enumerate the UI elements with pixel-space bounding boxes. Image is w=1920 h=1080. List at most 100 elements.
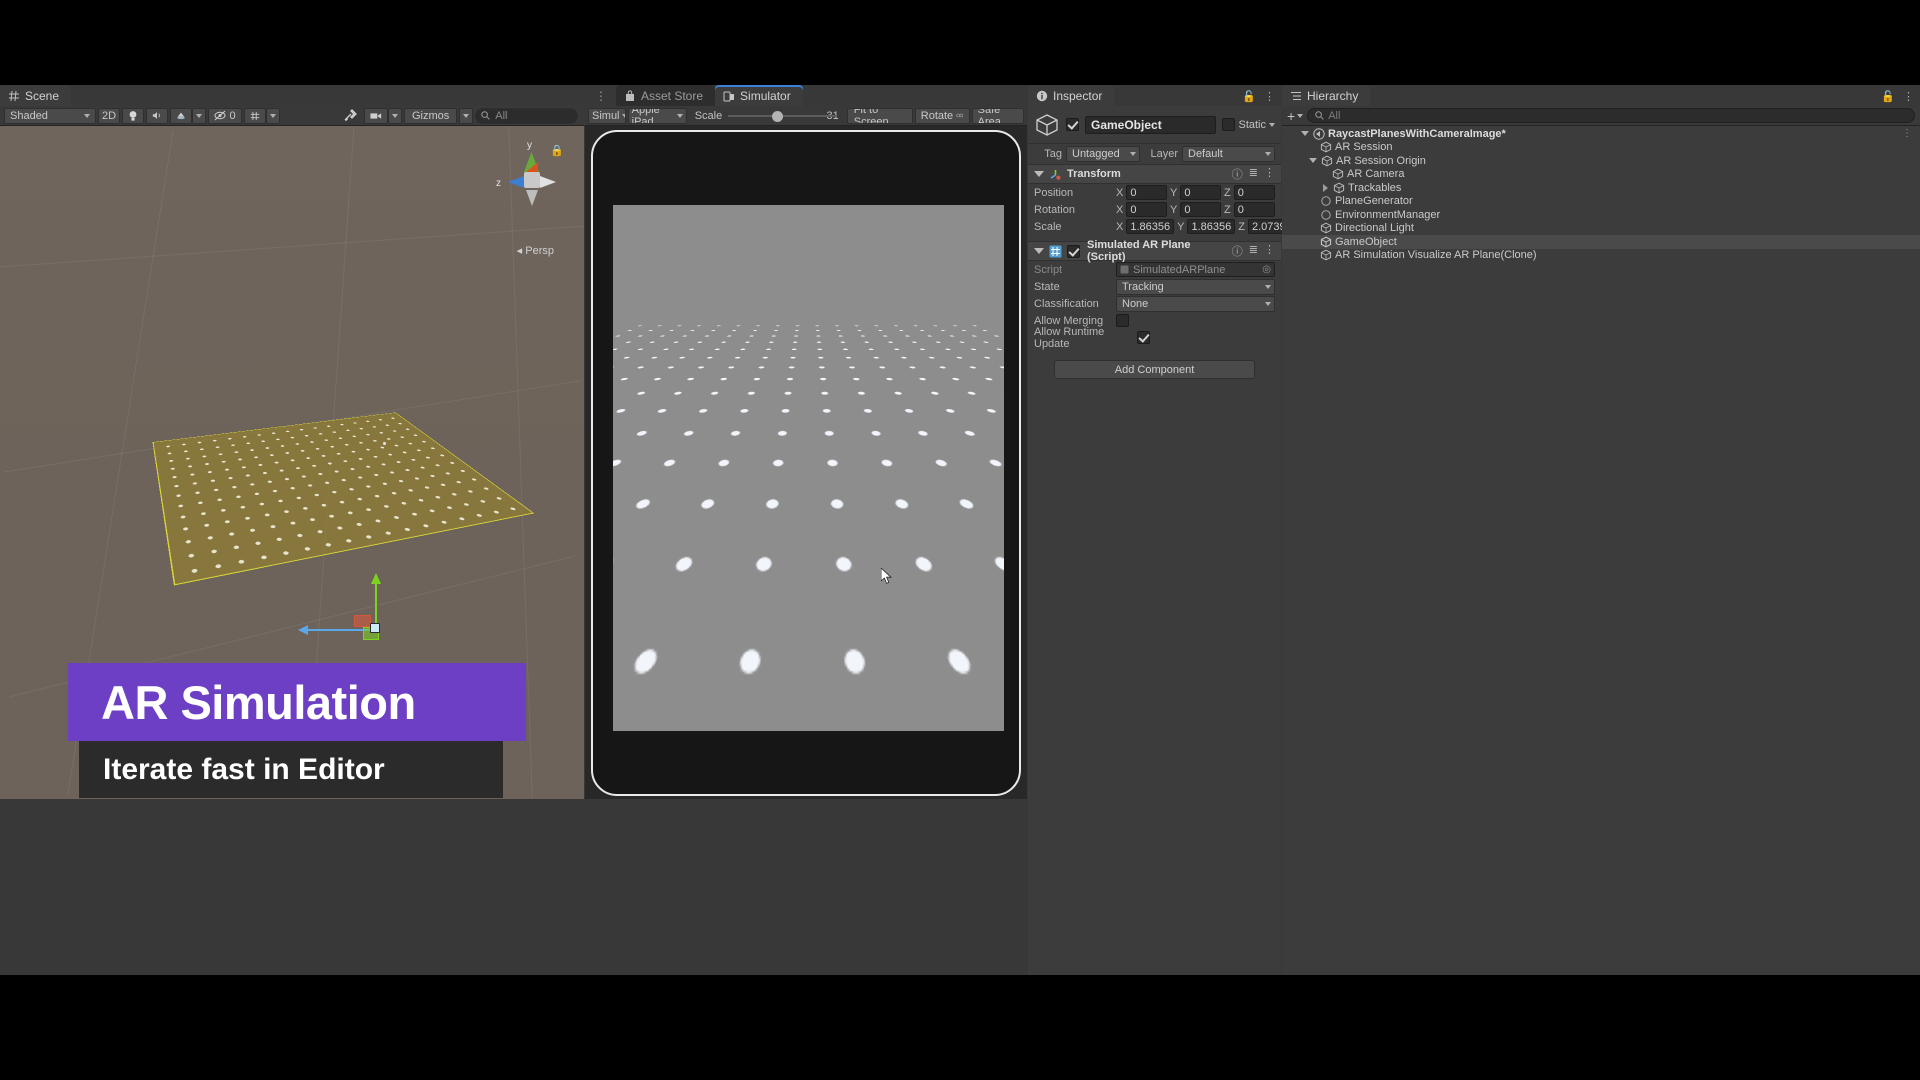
scale-x-input[interactable]: 1.86356 [1126, 219, 1175, 234]
kebab-menu-icon[interactable]: ⋮ [1903, 90, 1914, 103]
device-screen[interactable] [613, 204, 1004, 731]
fit-to-screen-button[interactable]: Fit to Screen [846, 107, 913, 124]
preset-icon[interactable]: ≣ [1249, 243, 1258, 259]
toggle-2d-button[interactable]: 2D [98, 107, 120, 124]
scale-slider[interactable] [728, 109, 837, 123]
scene-fx-dropdown[interactable] [192, 107, 206, 124]
tab-simulator[interactable]: Simulator [715, 85, 803, 106]
foldout-closed-icon[interactable] [1320, 183, 1330, 192]
add-component-button[interactable]: Add Component [1054, 360, 1255, 379]
lock-icon[interactable]: 🔓 [1881, 90, 1895, 103]
static-checkbox[interactable] [1222, 118, 1236, 131]
camera-icon [370, 112, 382, 119]
object-picker-icon[interactable]: ◎ [1262, 264, 1271, 275]
component-enabled-checkbox[interactable] [1067, 244, 1080, 258]
hierarchy-item-directional-light[interactable]: Directional Light [1282, 222, 1920, 236]
chevron-down-icon [1265, 301, 1271, 306]
scene-tools-button[interactable] [338, 108, 362, 124]
foldout-open-icon[interactable] [1308, 158, 1318, 164]
simulated-ar-plane-mesh[interactable] [152, 412, 535, 586]
lock-icon[interactable]: 🔓 [1242, 90, 1256, 103]
hierarchy-item-environmentmanager[interactable]: EnvironmentManager [1282, 208, 1920, 222]
kebab-menu-icon[interactable]: ⋮ [1264, 243, 1275, 259]
gizmo-y-arrow[interactable] [371, 573, 381, 584]
hierarchy-item-planegenerator[interactable]: PlaneGenerator [1282, 195, 1920, 209]
move-tool-gizmo[interactable] [298, 573, 393, 661]
list-icon [1291, 91, 1301, 100]
rotation-x-input[interactable]: 0 [1126, 202, 1167, 217]
hierarchy-item-ar-session-origin[interactable]: AR Session Origin [1282, 154, 1920, 168]
hierarchy-search-input[interactable]: All [1307, 108, 1915, 123]
hierarchy-item-gameobject[interactable]: GameObject [1282, 235, 1920, 249]
scene-lighting-toggle[interactable] [122, 107, 144, 124]
device-select-dropdown[interactable]: Apple iPad [627, 107, 687, 124]
tab-hierarchy[interactable]: Hierarchy [1282, 85, 1371, 106]
allow-merging-checkbox[interactable] [1116, 314, 1129, 327]
tag-dropdown[interactable]: Untagged [1066, 146, 1140, 162]
rotate-button[interactable]: Rotate [914, 107, 970, 124]
tab-scene[interactable]: Scene [0, 85, 72, 106]
foldout-triangle-icon[interactable] [1034, 248, 1044, 254]
kebab-menu-icon[interactable]: ⋮ [1902, 128, 1920, 139]
kebab-menu-icon[interactable]: ⋮ [1264, 90, 1275, 103]
gizmos-dropdown[interactable] [459, 107, 474, 124]
simulated-ar-plane-header-icons: ⓘ ≣ ⋮ [1232, 243, 1275, 259]
rotation-y-input[interactable]: 0 [1180, 202, 1221, 217]
help-icon[interactable]: ⓘ [1232, 243, 1243, 259]
gizmo-plane-handle-x[interactable] [354, 615, 371, 627]
hierarchy-item-ar-session[interactable]: AR Session [1282, 141, 1920, 155]
scene-camera-button[interactable] [364, 107, 388, 124]
gizmo-y-axis[interactable] [375, 581, 377, 629]
scene-viewport[interactable]: 🔒 y z ◂ Persp AR Simulation Iterate fast… [0, 126, 584, 799]
chevron-down-icon [84, 113, 90, 118]
simulator-mode-dropdown[interactable]: Simul [588, 107, 626, 124]
gizmo-center-handle[interactable] [370, 623, 380, 633]
scene-visibility-toggle[interactable]: 0 [208, 107, 242, 124]
hierarchy-item-ar-camera[interactable]: AR Camera [1282, 168, 1920, 182]
rotation-z-input[interactable]: 0 [1233, 202, 1275, 217]
position-z-input[interactable]: 0 [1233, 185, 1275, 200]
position-y-input[interactable]: 0 [1180, 185, 1221, 200]
scene-camera-dropdown[interactable] [388, 107, 402, 124]
kebab-menu-icon[interactable]: ⋮ [589, 89, 616, 106]
simulated-ar-plane-header[interactable]: Simulated AR Plane (Script) ⓘ ≣ ⋮ [1028, 239, 1281, 263]
position-x-input[interactable]: 0 [1126, 185, 1167, 200]
shading-mode-dropdown[interactable]: Shaded [4, 107, 96, 124]
hierarchy-scene-root[interactable]: RaycastPlanesWithCameraImage* ⋮ [1282, 127, 1920, 141]
gameobject-name-value: GameObject [1091, 117, 1162, 132]
chevron-down-icon[interactable] [1269, 122, 1275, 127]
kebab-menu-icon[interactable]: ⋮ [1264, 166, 1275, 182]
scene-search-input[interactable]: All [475, 107, 578, 124]
layer-dropdown[interactable]: Default [1182, 146, 1275, 162]
scale-y-input[interactable]: 1.86356 [1187, 219, 1236, 234]
scene-grid-toggle[interactable] [244, 107, 266, 124]
gameobject-name-input[interactable]: GameObject [1085, 115, 1217, 134]
hierarchy-item-ar-simulation-visualize-ar-plane-clone[interactable]: AR Simulation Visualize AR Plane(Clone) [1282, 249, 1920, 263]
state-dropdown[interactable]: Tracking [1116, 278, 1275, 295]
foldout-open-icon[interactable] [1300, 131, 1310, 137]
tag-layer-row: Tag Untagged Layer Default [1028, 144, 1281, 164]
preset-icon[interactable]: ≣ [1249, 166, 1258, 182]
foldout-triangle-icon[interactable] [1034, 171, 1044, 177]
classification-dropdown[interactable]: None [1116, 295, 1275, 312]
projection-mode-label[interactable]: ◂ Persp [517, 244, 554, 257]
cube-icon [1036, 113, 1058, 136]
help-icon[interactable]: ⓘ [1232, 166, 1243, 182]
field-row-classification: Classification None [1028, 295, 1281, 312]
scene-view-orientation-gizmo[interactable]: 🔒 y z ◂ Persp [494, 138, 570, 257]
scene-audio-toggle[interactable] [146, 107, 168, 124]
hierarchy-item-trackables[interactable]: Trackables [1282, 181, 1920, 195]
safe-area-button[interactable]: Safe Area [971, 107, 1024, 124]
scene-grid-dropdown[interactable] [266, 107, 280, 124]
allow-runtime-update-checkbox[interactable] [1137, 331, 1150, 344]
transform-component-header[interactable]: Transform ⓘ ≣ ⋮ [1028, 164, 1281, 184]
create-object-button[interactable]: + [1287, 108, 1304, 124]
rotate-label: Rotate [920, 109, 954, 122]
gameobject-enabled-checkbox[interactable] [1066, 118, 1079, 131]
scale-slider-knob[interactable] [772, 110, 784, 122]
gizmos-button[interactable]: Gizmos [404, 107, 458, 124]
gizmo-x-arrow[interactable] [298, 625, 308, 635]
tab-inspector[interactable]: Inspector [1028, 85, 1115, 106]
tab-asset-store[interactable]: Asset Store [616, 85, 716, 106]
scene-fx-toggle[interactable] [170, 107, 192, 124]
